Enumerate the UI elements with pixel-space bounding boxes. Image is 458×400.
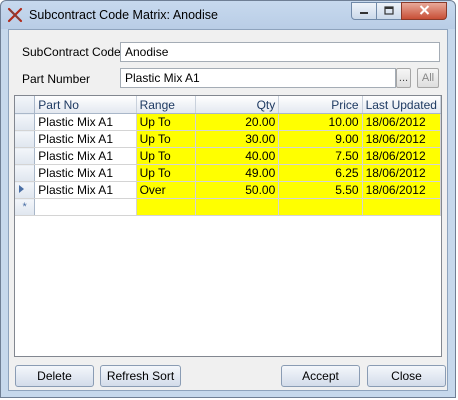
cell-price[interactable]: 10.00: [278, 113, 363, 131]
refresh-sort-button[interactable]: Refresh Sort: [100, 365, 181, 387]
cell-part-no[interactable]: [34, 198, 137, 216]
subcontract-code-label: SubContract Code: [22, 45, 121, 59]
part-number-label: Part Number: [22, 72, 91, 86]
window-title: Subcontract Code Matrix: Anodise: [29, 8, 218, 22]
column-header-price[interactable]: Price: [278, 96, 363, 114]
cell-qty[interactable]: 30.00: [195, 130, 280, 148]
delete-button[interactable]: Delete: [15, 365, 94, 387]
row-selector[interactable]: [15, 181, 36, 199]
dialog-body: SubContract Code Anodise Part Number Pla…: [8, 29, 448, 391]
cell-last-updated[interactable]: 18/06/2012: [362, 130, 441, 148]
cell-price[interactable]: 9.00: [278, 130, 363, 148]
cell-part-no[interactable]: Plastic Mix A1: [34, 130, 137, 148]
column-header-qty[interactable]: Qty: [195, 96, 280, 114]
cell-qty[interactable]: 20.00: [195, 113, 280, 131]
row-selector[interactable]: [15, 130, 36, 148]
table-row[interactable]: Plastic Mix A1 Up To 20.00 10.00 18/06/2…: [15, 113, 441, 131]
cell-range[interactable]: [136, 198, 196, 216]
title-bar[interactable]: Subcontract Code Matrix: Anodise: [1, 1, 455, 29]
cell-range[interactable]: Up To: [136, 113, 196, 131]
cell-price[interactable]: [278, 198, 363, 216]
cell-range[interactable]: Up To: [136, 147, 196, 165]
cell-price[interactable]: 6.25: [278, 164, 363, 182]
close-icon: [419, 4, 430, 18]
cell-qty[interactable]: 50.00: [195, 181, 280, 199]
cell-last-updated[interactable]: 18/06/2012: [362, 181, 441, 199]
cell-last-updated[interactable]: 18/06/2012: [362, 113, 441, 131]
cell-last-updated[interactable]: 18/06/2012: [362, 147, 441, 165]
table-row[interactable]: Plastic Mix A1 Up To 30.00 9.00 18/06/20…: [15, 130, 441, 148]
row-selector[interactable]: [15, 164, 36, 182]
column-header-part-no[interactable]: Part No: [34, 96, 137, 114]
crossed-tools-icon: [7, 7, 23, 23]
price-matrix-grid[interactable]: Part No Range Qty Price Last Updated Pla…: [14, 95, 442, 357]
dialog-window: Subcontract Code Matrix: Anodise SubCont…: [0, 0, 456, 398]
new-row-marker[interactable]: *: [15, 198, 36, 216]
cell-part-no[interactable]: Plastic Mix A1: [34, 147, 137, 165]
cell-range[interactable]: Up To: [136, 130, 196, 148]
row-selector[interactable]: [15, 113, 36, 131]
cell-price[interactable]: 7.50: [278, 147, 363, 165]
cell-last-updated[interactable]: [362, 198, 441, 216]
maximize-icon: [384, 4, 394, 18]
table-row-current[interactable]: Plastic Mix A1 Over 50.00 5.50 18/06/201…: [15, 181, 441, 199]
column-header-range[interactable]: Range: [136, 96, 196, 114]
cell-range[interactable]: Up To: [136, 164, 196, 182]
close-window-button[interactable]: [401, 2, 447, 20]
subcontract-code-field[interactable]: Anodise: [120, 42, 440, 62]
minimize-icon: [359, 4, 369, 18]
row-pointer-icon: [15, 184, 29, 198]
minimize-button[interactable]: [351, 2, 377, 20]
browse-part-button[interactable]: ...: [396, 68, 411, 88]
cell-part-no[interactable]: Plastic Mix A1: [34, 181, 137, 199]
new-row[interactable]: *: [15, 198, 441, 216]
row-selector[interactable]: [15, 147, 36, 165]
table-row[interactable]: Plastic Mix A1 Up To 40.00 7.50 18/06/20…: [15, 147, 441, 165]
cell-qty[interactable]: [195, 198, 280, 216]
accept-button[interactable]: Accept: [281, 365, 360, 387]
cell-qty[interactable]: 40.00: [195, 147, 280, 165]
part-number-field[interactable]: Plastic Mix A1: [120, 68, 396, 88]
cell-last-updated[interactable]: 18/06/2012: [362, 164, 441, 182]
all-button[interactable]: All: [417, 68, 439, 88]
table-row[interactable]: Plastic Mix A1 Up To 49.00 6.25 18/06/20…: [15, 164, 441, 182]
grid-header-row: Part No Range Qty Price Last Updated: [15, 96, 441, 114]
cell-range[interactable]: Over: [136, 181, 196, 199]
cell-qty[interactable]: 49.00: [195, 164, 280, 182]
cell-part-no[interactable]: Plastic Mix A1: [34, 113, 137, 131]
close-button[interactable]: Close: [367, 365, 446, 387]
cell-price[interactable]: 5.50: [278, 181, 363, 199]
column-header-last-updated[interactable]: Last Updated: [362, 96, 441, 114]
cell-part-no[interactable]: Plastic Mix A1: [34, 164, 137, 182]
row-header-corner: [15, 96, 36, 114]
maximize-button[interactable]: [376, 2, 402, 20]
